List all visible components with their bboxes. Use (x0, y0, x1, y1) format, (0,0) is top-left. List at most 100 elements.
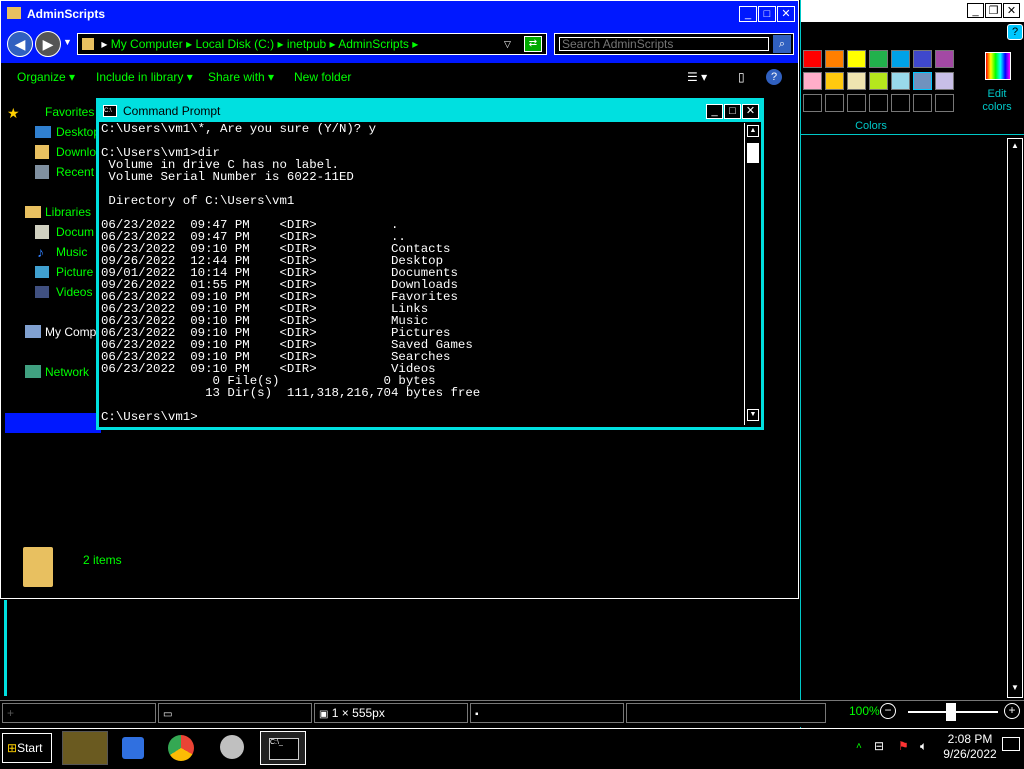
status-selection: ▭ (158, 703, 312, 723)
zoom-in-button[interactable]: + (1004, 703, 1020, 719)
breadcrumb-inetpub[interactable]: inetpub (287, 37, 326, 51)
zoom-slider-thumb[interactable] (946, 703, 956, 721)
paint-vertical-scrollbar[interactable]: ▲ ▼ (1007, 138, 1023, 698)
color-swatch[interactable] (825, 94, 844, 112)
scroll-up-icon[interactable]: ▲ (1011, 141, 1019, 150)
help-icon[interactable]: ? (766, 69, 782, 85)
color-swatch[interactable] (803, 72, 822, 90)
image-size-text: 1 × 555px (331, 706, 385, 720)
details-folder-icon (23, 547, 53, 587)
color-swatch[interactable] (935, 50, 954, 68)
color-swatch[interactable] (847, 50, 866, 68)
color-swatch[interactable] (869, 94, 888, 112)
color-swatch[interactable] (847, 72, 866, 90)
nav-recent[interactable]: Recent (56, 165, 94, 179)
color-swatch[interactable] (891, 94, 910, 112)
nav-downloads[interactable]: Downlo (56, 145, 96, 159)
volume-icon[interactable]: 🔈︎ (920, 739, 927, 754)
view-options-icon[interactable]: ☰ ▾ (687, 70, 707, 84)
show-desktop-icon[interactable] (1002, 737, 1020, 751)
cmd-vertical-scrollbar[interactable]: ▲ ▼ (744, 123, 761, 425)
new-folder-button[interactable]: New folder (294, 70, 351, 84)
explorer-maximize-button[interactable]: □ (758, 6, 776, 22)
color-swatch[interactable] (869, 72, 888, 90)
paint-restore-button[interactable]: ❐ (985, 3, 1002, 18)
include-in-library-button[interactable]: Include in library ▾ (96, 70, 193, 84)
back-arrow-icon[interactable]: ◀ (7, 31, 33, 57)
forward-arrow-icon[interactable]: ▶ (35, 31, 61, 57)
show-hidden-icons-chevron[interactable]: ˄ (856, 741, 862, 752)
color-swatch[interactable] (891, 50, 910, 68)
nav-my-computer[interactable]: My Comp (45, 325, 96, 339)
computer-icon (25, 325, 41, 338)
nav-desktop[interactable]: Desktop (56, 125, 100, 139)
nav-music[interactable]: Music (56, 245, 87, 259)
network-tray-icon[interactable]: ⊟ (874, 739, 884, 753)
scroll-up-icon[interactable]: ▲ (747, 125, 759, 137)
color-swatch[interactable] (803, 94, 822, 112)
address-dropdown-icon[interactable]: ▽ (504, 34, 511, 54)
cmd-close-button[interactable]: ✕ (742, 104, 759, 119)
color-swatch[interactable] (891, 72, 910, 90)
color-swatch[interactable] (803, 50, 822, 68)
scroll-down-icon[interactable]: ▼ (747, 409, 759, 421)
color-swatch[interactable] (825, 72, 844, 90)
paint-close-button[interactable]: ✕ (1003, 3, 1020, 18)
share-with-button[interactable]: Share with ▾ (208, 70, 274, 84)
clock-time: 2:08 PM (947, 732, 993, 746)
colors-group-label: Colors (855, 120, 887, 132)
desktop-icon (35, 126, 51, 138)
nav-documents[interactable]: Docum (56, 225, 94, 239)
paint-minimize-button[interactable]: _ (967, 3, 984, 18)
color-swatch[interactable] (825, 50, 844, 68)
cmd-console-output[interactable]: C:\Users\vm1\*, Are you sure (Y/N)? y C:… (101, 123, 741, 425)
nav-favorites[interactable]: Favorites (45, 105, 94, 119)
color-swatch[interactable] (913, 72, 932, 90)
organize-button[interactable]: Organize ▾ (17, 70, 75, 84)
recent-pages-chevron-icon[interactable]: ▼ (63, 37, 72, 47)
edit-colors-button[interactable]: Edit colors (977, 52, 1017, 114)
breadcrumb-adminscripts[interactable]: AdminScripts (338, 37, 409, 51)
zoom-out-button[interactable]: − (880, 703, 896, 719)
search-icon[interactable]: ⌕ (773, 35, 791, 53)
command-prompt-window: C:\ Command Prompt _ □ ✕ C:\Users\vm1\*,… (96, 98, 764, 430)
documents-icon (35, 225, 49, 239)
color-swatch[interactable] (869, 50, 888, 68)
explorer-minimize-button[interactable]: _ (739, 6, 757, 22)
system-clock[interactable]: 2:08 PM 9/26/2022 (940, 732, 1000, 762)
start-button[interactable]: ⊞Start (2, 733, 52, 763)
breadcrumb-local-disk[interactable]: Local Disk (C:) (195, 37, 274, 51)
scroll-down-icon[interactable]: ▼ (1011, 683, 1019, 692)
nav-network[interactable]: Network (45, 365, 89, 379)
taskbar-chrome-icon[interactable] (160, 731, 206, 765)
item-count: 2 items (83, 553, 122, 567)
refresh-icon[interactable]: ⇄ (524, 36, 542, 52)
cmd-minimize-button[interactable]: _ (706, 104, 723, 119)
selection-icon: ▭ (163, 709, 173, 720)
network-icon (25, 365, 41, 378)
action-center-flag-icon[interactable]: ⚑ (898, 739, 909, 753)
nav-videos[interactable]: Videos (56, 285, 92, 299)
cmd-maximize-button[interactable]: □ (724, 104, 741, 119)
paint-canvas-edge (4, 600, 7, 696)
color-swatch[interactable] (935, 72, 954, 90)
search-input[interactable] (559, 37, 769, 51)
color-swatch[interactable] (935, 94, 954, 112)
nav-libraries[interactable]: Libraries (45, 205, 91, 219)
nav-pictures[interactable]: Picture (56, 265, 93, 279)
taskbar-explorer-icon[interactable] (62, 731, 108, 765)
taskbar-paint-icon[interactable] (210, 731, 256, 765)
scroll-thumb[interactable] (747, 143, 759, 163)
paint-window: _ ❐ ✕ ? Edit colors Colors ▲ ▼ (800, 0, 1024, 728)
color-swatch[interactable] (913, 94, 932, 112)
taskbar-cmd-icon[interactable]: C:\_ (260, 731, 306, 765)
preview-pane-icon[interactable]: ▯ (738, 70, 745, 84)
taskbar-media-player-icon[interactable] (110, 731, 156, 765)
explorer-close-button[interactable]: ✕ (777, 6, 795, 22)
color-swatch[interactable] (913, 50, 932, 68)
help-icon[interactable]: ? (1007, 24, 1023, 40)
address-bar[interactable]: ▸ My Computer ▸ Local Disk (C:) ▸ inetpu… (77, 33, 547, 55)
color-swatch[interactable] (847, 94, 866, 112)
search-box: ⌕ (554, 33, 794, 55)
breadcrumb-my-computer[interactable]: My Computer (111, 37, 183, 51)
